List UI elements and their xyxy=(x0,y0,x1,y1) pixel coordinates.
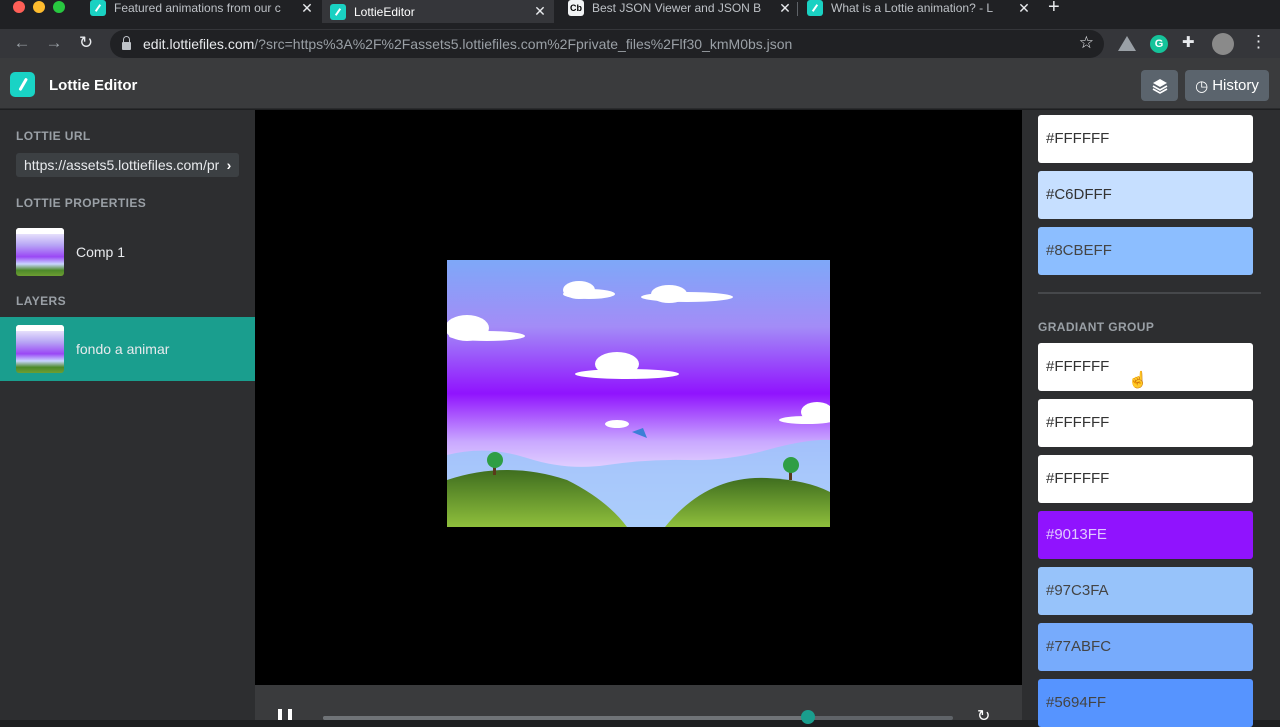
close-tab-icon[interactable]: ✕ xyxy=(532,3,548,20)
grammarly-extension-icon[interactable]: G xyxy=(1150,35,1168,53)
lottie-url-input[interactable]: https://assets5.lottiefiles.com/private_… xyxy=(16,153,239,177)
comp-thumbnail xyxy=(16,228,64,276)
address-bar[interactable]: edit.lottiefiles.com/?src=https%3A%2F%2F… xyxy=(110,30,1104,58)
color-swatch[interactable]: #8CBEFF xyxy=(1038,227,1253,275)
animation-canvas xyxy=(255,110,1022,685)
lottie-properties-heading: LOTTIE PROPERTIES xyxy=(16,196,147,210)
lottie-icon xyxy=(90,0,106,16)
cb-icon: Cb xyxy=(568,0,584,16)
lock-icon xyxy=(122,36,131,50)
browser-menu-icon[interactable]: ⋮ xyxy=(1250,32,1267,52)
panel-scrollbar[interactable] xyxy=(1275,110,1280,720)
url-host: edit.lottiefiles.com xyxy=(143,36,255,52)
player-controls: ↻ xyxy=(255,685,1022,725)
close-tab-icon[interactable]: ✕ xyxy=(1016,0,1032,17)
minimize-window-button[interactable] xyxy=(33,1,45,13)
bookmark-star-icon[interactable]: ☆ xyxy=(1079,33,1094,53)
browser-tab-what-is-lottie[interactable]: What is a Lottie animation? - L ✕ xyxy=(807,0,1032,16)
color-swatch[interactable]: #97C3FA xyxy=(1038,567,1253,615)
lottie-logo-icon xyxy=(10,72,35,97)
hand-cursor-icon: ☝ xyxy=(1128,372,1148,389)
history-clock-icon: ◷ xyxy=(1195,77,1209,95)
layers-button[interactable] xyxy=(1141,70,1178,101)
lottie-url-value: https://assets5.lottiefiles.com/private_… xyxy=(24,157,239,173)
app-header: Lottie Editor ◷ History xyxy=(0,58,1280,109)
drive-extension-icon[interactable] xyxy=(1118,36,1136,51)
tab-title: Featured animations from our c xyxy=(114,1,281,15)
extensions-puzzle-icon[interactable]: ✚ xyxy=(1182,33,1195,51)
layer-name: fondo a animar xyxy=(76,341,170,357)
color-swatch[interactable]: #77ABFC xyxy=(1038,623,1253,671)
app-title: Lottie Editor xyxy=(49,77,138,94)
layer-row-fondo[interactable]: fondo a animar xyxy=(0,317,255,381)
url-path: /?src=https%3A%2F%2Fassets5.lottiefiles.… xyxy=(254,36,793,52)
tab-title: LottieEditor xyxy=(354,4,415,19)
layer-thumbnail xyxy=(16,325,64,373)
tab-title: What is a Lottie animation? - L xyxy=(831,1,994,15)
gradient-group-heading: GRADIANT GROUP xyxy=(1038,320,1155,334)
color-swatch[interactable]: #9013FE xyxy=(1038,511,1253,559)
timeline-progress xyxy=(323,716,809,720)
browser-tab-lottieeditor[interactable]: LottieEditor ✕ xyxy=(322,0,554,23)
color-panel: #FFFFFF #C6DFFF #8CBEFF GRADIANT GROUP #… xyxy=(1022,110,1280,727)
close-tab-icon[interactable]: ✕ xyxy=(777,0,793,17)
pause-icon[interactable] xyxy=(288,709,292,720)
timeline-knob[interactable] xyxy=(801,710,816,724)
timeline-slider[interactable] xyxy=(323,716,953,720)
url-text: edit.lottiefiles.com/?src=https%3A%2F%2F… xyxy=(143,36,792,52)
comp-name: Comp 1 xyxy=(76,244,126,260)
close-window-button[interactable] xyxy=(13,1,25,13)
color-swatch[interactable]: #FFFFFF xyxy=(1038,399,1253,447)
color-swatch[interactable]: #FFFFFF xyxy=(1038,115,1253,163)
browser-toolbar: ← → ↻ edit.lottiefiles.com/?src=https%3A… xyxy=(0,29,1280,58)
layers-icon xyxy=(1152,78,1167,94)
maximize-window-button[interactable] xyxy=(53,1,65,13)
divider xyxy=(1038,292,1261,294)
tab-title: Best JSON Viewer and JSON B xyxy=(592,1,762,15)
tab-separator xyxy=(797,2,798,16)
lottie-icon xyxy=(807,0,823,16)
browser-tab-strip: Featured animations from our c ✕ LottieE… xyxy=(0,0,1280,29)
reload-icon[interactable]: ↻ xyxy=(76,33,96,53)
history-label: History xyxy=(1212,77,1259,94)
forward-arrow-icon[interactable]: → xyxy=(44,33,64,53)
history-button[interactable]: ◷ History xyxy=(1185,70,1269,101)
close-tab-icon[interactable]: ✕ xyxy=(299,0,315,17)
color-swatch[interactable]: #C6DFFF xyxy=(1038,171,1253,219)
browser-tab-json-viewer[interactable]: Cb Best JSON Viewer and JSON B ✕ xyxy=(568,0,793,16)
lottie-icon xyxy=(330,3,346,20)
browser-tab-featured[interactable]: Featured animations from our c ✕ xyxy=(90,0,315,16)
layers-heading: LAYERS xyxy=(16,294,66,308)
comp-row[interactable]: Comp 1 xyxy=(0,220,255,284)
back-arrow-icon[interactable]: ← xyxy=(12,33,32,53)
loop-icon[interactable]: ↻ xyxy=(977,706,990,726)
animation-preview xyxy=(447,260,830,527)
color-swatch[interactable]: #FFFFFF xyxy=(1038,455,1253,503)
pause-icon[interactable] xyxy=(278,709,282,720)
profile-avatar[interactable] xyxy=(1212,33,1234,55)
chevron-right-icon[interactable]: › xyxy=(219,153,239,177)
new-tab-icon[interactable]: + xyxy=(1048,0,1060,19)
lottie-url-heading: LOTTIE URL xyxy=(16,129,91,143)
left-sidebar: LOTTIE URL https://assets5.lottiefiles.c… xyxy=(0,110,255,720)
